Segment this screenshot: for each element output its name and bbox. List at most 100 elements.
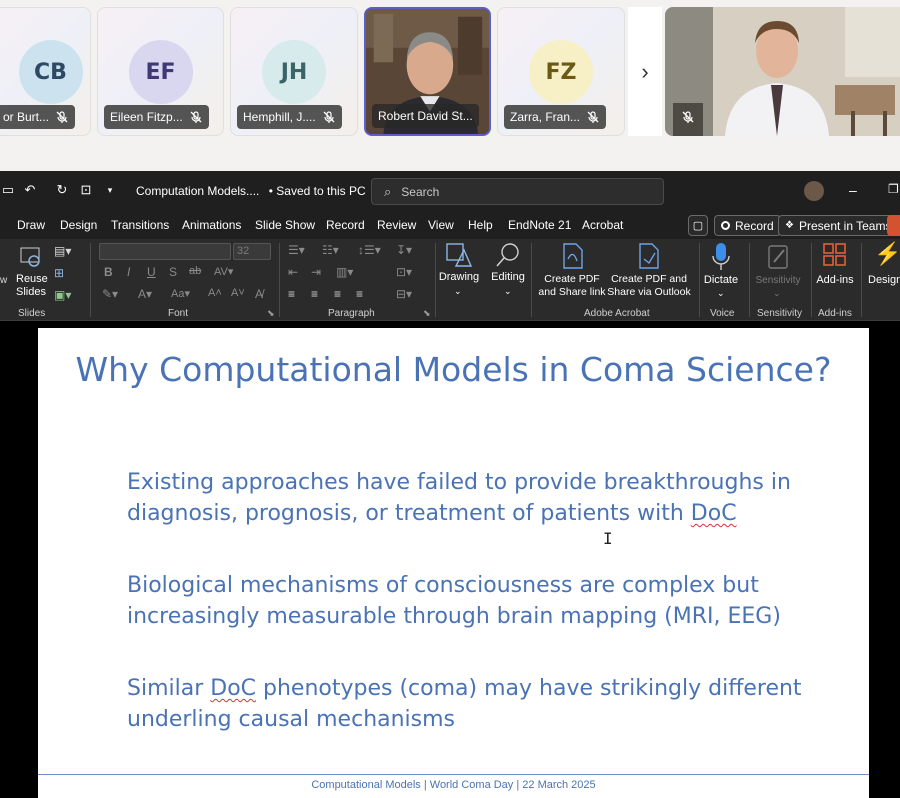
reset-icon[interactable]: ⊞ [54, 266, 64, 280]
present-in-teams-button[interactable]: ❖ Present in Teams [778, 215, 899, 236]
present-icon[interactable]: ⊡ [78, 182, 94, 198]
minimize-icon[interactable]: – [849, 182, 857, 198]
avatar: FZ [529, 40, 593, 104]
strip-next-button[interactable]: › [628, 7, 662, 136]
search-placeholder: Search [401, 184, 440, 199]
mic-muted-icon [56, 111, 68, 123]
reuse-slides-button[interactable]: Reuse Slides [16, 273, 48, 299]
participant-name: Eileen Fitzp... [110, 110, 183, 124]
participant-strip: CB or Burt... EF Eileen Fitzp... JH Hemp… [0, 0, 900, 171]
drawing-button[interactable]: Drawing [436, 271, 482, 284]
addins-button[interactable]: Add-ins [814, 274, 856, 287]
slide-footer[interactable]: Computational Models | World Coma Day | … [38, 779, 869, 791]
avatar: JH [262, 40, 326, 104]
change-case-icon[interactable]: Aa▾ [171, 287, 190, 300]
tab-animations[interactable]: Animations [182, 218, 241, 232]
comments-button[interactable]: ▢ [688, 215, 708, 236]
share-button[interactable] [887, 215, 900, 236]
sensitivity-button[interactable]: Sensitivity [752, 274, 804, 287]
customize-toolbar-icon[interactable]: ▾ [102, 182, 118, 198]
search-icon: ⌕ [384, 183, 392, 199]
tab-view[interactable]: View [428, 218, 454, 232]
text-direction-icon[interactable]: ↧▾ [396, 243, 412, 257]
font-size-select[interactable]: 32 [233, 243, 271, 260]
increase-indent-icon[interactable]: ⇥ [311, 265, 321, 279]
tab-review[interactable]: Review [377, 218, 416, 232]
section-icon[interactable]: ▣▾ [54, 288, 71, 302]
shadow-icon[interactable]: S [169, 265, 177, 279]
participant-name: or Burt... [3, 110, 50, 124]
numbering-icon[interactable]: ☷▾ [322, 243, 339, 257]
teams-icon: ❖ [785, 220, 794, 231]
strikethrough-icon[interactable]: ab [189, 265, 201, 277]
tab-record[interactable]: Record [326, 218, 365, 232]
designer-button[interactable]: Design [868, 274, 900, 287]
footer-divider [38, 774, 869, 775]
highlight-icon[interactable]: ✎▾ [102, 287, 118, 301]
line-spacing-icon[interactable]: ↕☰▾ [358, 243, 381, 257]
avatar: CB [18, 40, 83, 104]
bold-icon[interactable]: B [104, 265, 113, 279]
align-text-icon[interactable]: ⊡▾ [396, 265, 412, 279]
addins-icon [823, 243, 846, 266]
chevron-right-icon: › [641, 58, 649, 84]
record-label: Record [735, 218, 774, 233]
font-color-icon[interactable]: A▾ [138, 287, 152, 301]
italic-icon[interactable]: I [127, 265, 130, 279]
dialog-launcher-icon[interactable]: ⬊ [267, 308, 275, 319]
new-slide-label-partial[interactable]: w [0, 275, 7, 286]
record-button[interactable]: Record [714, 215, 781, 236]
document-title[interactable]: Computation Models.... • Saved to this P… [136, 184, 378, 198]
participant-tile[interactable]: CB or Burt... [0, 7, 91, 136]
create-pdf-share-link-button[interactable]: Create PDF and Share link [536, 273, 608, 299]
participant-tile[interactable]: EF Eileen Fitzp... [97, 7, 224, 136]
tab-help[interactable]: Help [468, 218, 493, 232]
chevron-down-icon: ⌄ [504, 286, 512, 296]
clear-formatting-icon[interactable]: A̸ [255, 287, 263, 301]
slide-bullet[interactable]: Existing approaches have failed to provi… [127, 467, 827, 529]
font-family-select[interactable] [99, 243, 231, 260]
spellcheck-word: DoC [210, 676, 257, 701]
dialog-launcher-icon[interactable]: ⬊ [423, 308, 431, 319]
participant-tile[interactable]: FZ Zarra, Fran... [497, 7, 625, 136]
shrink-font-icon[interactable]: A˅ [231, 287, 245, 299]
slide-bullet[interactable]: Similar DoC phenotypes (coma) may have s… [127, 673, 827, 735]
grow-font-icon[interactable]: A˄ [208, 287, 222, 299]
spacing-icon[interactable]: AV▾ [214, 265, 233, 278]
bullets-icon[interactable]: ☰▾ [288, 243, 305, 257]
participant-tile-active-speaker[interactable]: Robert David St... [364, 7, 491, 136]
tab-acrobat[interactable]: Acrobat [582, 218, 623, 232]
editing-button[interactable]: Editing [488, 271, 528, 284]
align-right-icon[interactable]: ≡ [334, 287, 341, 301]
dictate-button[interactable]: Dictate [700, 274, 742, 287]
undo-icon[interactable]: ↶ [22, 182, 38, 198]
underline-icon[interactable]: U [147, 265, 156, 279]
align-left-icon[interactable]: ≡ [288, 287, 295, 301]
columns-icon[interactable]: ▥▾ [336, 265, 353, 279]
chevron-down-icon: ⌄ [717, 288, 725, 298]
create-pdf-outlook-button[interactable]: Create PDF and Share via Outlook [607, 273, 691, 299]
slide-bullet[interactable]: Biological mechanisms of consciousness a… [127, 570, 827, 632]
mic-muted-icon [190, 111, 202, 123]
participant-tile[interactable]: JH Hemphill, J.... [230, 7, 358, 136]
redo-icon[interactable]: ↻ [54, 182, 70, 198]
tab-design[interactable]: Design [60, 218, 97, 232]
slide-title[interactable]: Why Computational Models in Coma Science… [38, 350, 869, 389]
decrease-indent-icon[interactable]: ⇤ [288, 265, 298, 279]
layout-icon[interactable]: ▤▾ [54, 244, 71, 258]
smartart-icon[interactable]: ⊟▾ [396, 287, 412, 301]
align-center-icon[interactable]: ≡ [311, 287, 318, 301]
restore-icon[interactable]: ❐ [888, 182, 899, 196]
justify-icon[interactable]: ≡ [356, 287, 363, 301]
account-avatar[interactable] [804, 181, 824, 201]
tab-draw[interactable]: Draw [17, 218, 45, 232]
participant-namebar: Eileen Fitzp... [104, 105, 209, 129]
text-cursor-icon: I [603, 529, 613, 548]
group-slides: Slides [18, 308, 46, 319]
tab-slide-show[interactable]: Slide Show [255, 218, 315, 232]
save-icon[interactable]: ▭ [0, 182, 16, 198]
search-input[interactable]: ⌕ Search [371, 178, 664, 205]
tab-endnote[interactable]: EndNote 21 [508, 218, 571, 232]
tab-transitions[interactable]: Transitions [111, 218, 169, 232]
slide-canvas[interactable]: Why Computational Models in Coma Science… [38, 328, 869, 798]
